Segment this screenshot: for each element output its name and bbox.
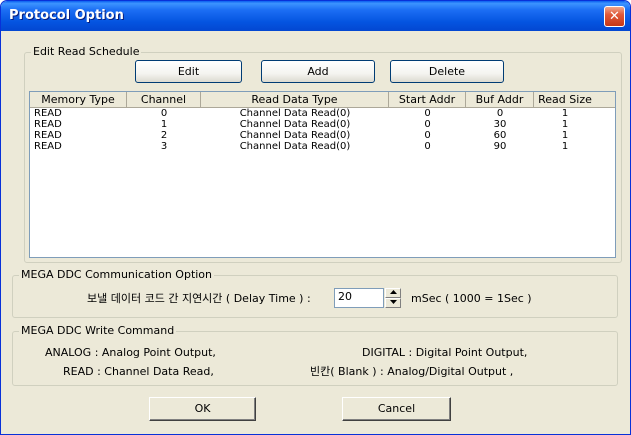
table-row[interactable]: READ 0 Channel Data Read(0) 0 0 1 <box>30 108 615 119</box>
column-header-memory-type[interactable]: Memory Type <box>30 92 127 107</box>
list-header: Memory Type Channel Read Data Type Start… <box>30 92 615 108</box>
table-row[interactable]: READ 3 Channel Data Read(0) 0 90 1 <box>30 141 615 152</box>
title-bar[interactable]: Protocol Option ✕ <box>1 1 630 31</box>
window-title: Protocol Option <box>9 8 124 23</box>
read-schedule-list[interactable]: Memory Type Channel Read Data Type Start… <box>29 91 616 258</box>
cell-read-data-type: Channel Data Read(0) <box>239 141 351 152</box>
table-row[interactable]: READ 2 Channel Data Read(0) 0 60 1 <box>30 130 615 141</box>
column-header-buf-addr[interactable]: Buf Addr <box>466 92 534 107</box>
cell-channel: 3 <box>160 141 168 152</box>
spin-down-icon <box>389 300 397 304</box>
cell-read-data-type: Channel Data Read(0) <box>239 108 351 119</box>
communication-option-legend: MEGA DDC Communication Option <box>19 268 215 282</box>
cell-channel: 2 <box>160 130 168 141</box>
delete-button[interactable]: Delete <box>390 60 504 83</box>
add-button[interactable]: Add <box>261 60 375 83</box>
cell-start-addr: 0 <box>424 130 431 141</box>
blank-command-text: 빈칸( Blank ) : Analog/Digital Output , <box>310 365 514 378</box>
cell-start-addr: 0 <box>424 119 431 130</box>
column-header-start-addr[interactable]: Start Addr <box>389 92 466 107</box>
ok-button[interactable]: OK <box>149 397 256 421</box>
cell-read-data-type: Channel Data Read(0) <box>239 130 351 141</box>
protocol-option-dialog: Protocol Option ✕ Edit Read Schedule Edi… <box>0 0 631 435</box>
analog-command-text: ANALOG : Analog Point Output, <box>45 346 216 359</box>
spin-down-button[interactable] <box>385 298 401 308</box>
cell-channel: 0 <box>160 108 168 119</box>
spin-up-button[interactable] <box>385 288 401 298</box>
cell-memory-type: READ <box>34 141 62 152</box>
spin-up-icon <box>389 290 397 294</box>
cell-buf-addr: 60 <box>493 130 507 141</box>
cell-memory-type: READ <box>34 108 62 119</box>
edit-read-schedule-legend: Edit Read Schedule <box>31 45 142 59</box>
delay-time-spinner <box>385 288 401 308</box>
delay-time-input[interactable]: 20 <box>334 288 384 308</box>
cancel-button[interactable]: Cancel <box>342 397 451 421</box>
column-header-read-data-type[interactable]: Read Data Type <box>201 92 389 107</box>
cell-buf-addr: 30 <box>493 119 507 130</box>
cell-buf-addr: 90 <box>493 141 507 152</box>
cell-channel: 1 <box>160 119 168 130</box>
cell-memory-type: READ <box>34 130 62 141</box>
close-button[interactable]: ✕ <box>604 6 625 27</box>
write-command-legend: MEGA DDC Write Command <box>19 324 177 338</box>
delay-unit-label: mSec ( 1000 = 1Sec ) <box>411 292 532 305</box>
cell-read-size: 1 <box>561 108 569 119</box>
read-command-text: READ : Channel Data Read, <box>63 365 214 378</box>
cell-start-addr: 0 <box>424 141 431 152</box>
cell-memory-type: READ <box>34 119 62 130</box>
close-icon: ✕ <box>609 9 620 24</box>
cell-buf-addr: 0 <box>496 108 504 119</box>
delay-time-label: 보낼 데이터 코드 간 지연시간 ( Delay Time ) : <box>87 292 311 305</box>
cell-read-size: 1 <box>561 141 569 152</box>
cell-start-addr: 0 <box>424 108 431 119</box>
cell-read-data-type: Channel Data Read(0) <box>239 119 351 130</box>
digital-command-text: DIGITAL : Digital Point Output, <box>362 346 528 359</box>
edit-button[interactable]: Edit <box>135 60 242 83</box>
column-header-channel[interactable]: Channel <box>127 92 201 107</box>
table-row[interactable]: READ 1 Channel Data Read(0) 0 30 1 <box>30 119 615 130</box>
cell-read-size: 1 <box>561 130 569 141</box>
cell-read-size: 1 <box>561 119 569 130</box>
column-header-read-size[interactable]: Read Size <box>534 92 596 107</box>
